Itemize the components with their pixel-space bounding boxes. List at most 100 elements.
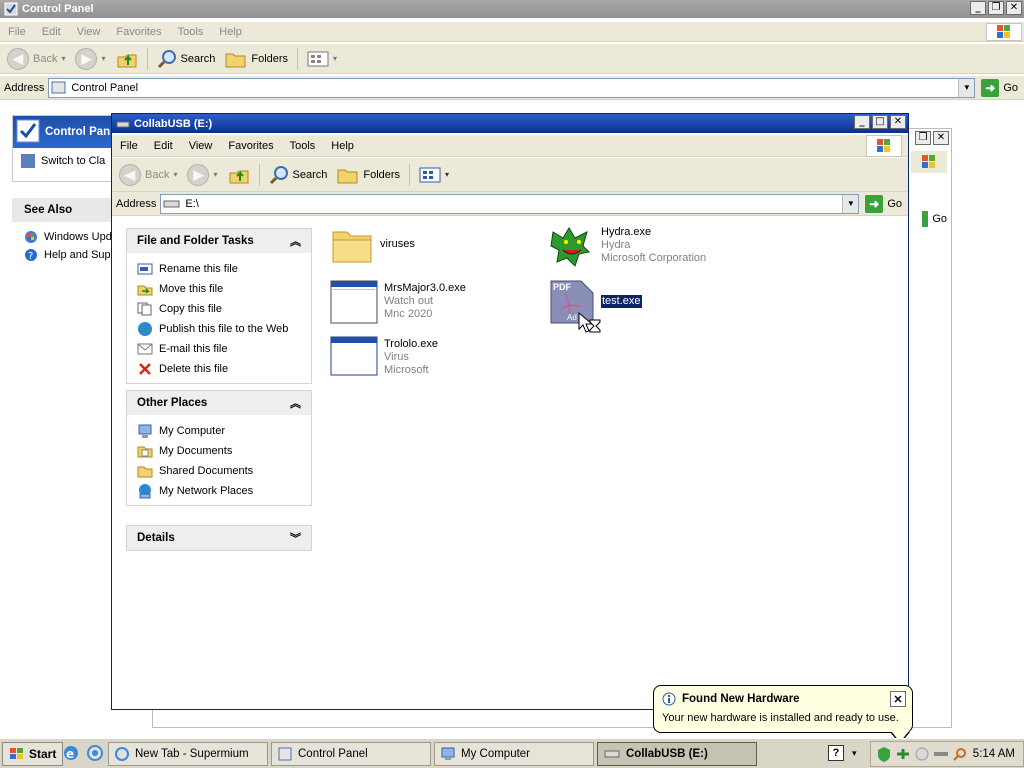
menu-favorites[interactable]: Favorites <box>108 26 169 38</box>
menu-help[interactable]: Help <box>323 140 362 152</box>
drive-icon <box>163 200 180 207</box>
windows-flag-icon <box>10 747 23 759</box>
windows-update-link[interactable]: Windows Upd <box>12 222 112 244</box>
taskbar-item-my-computer[interactable]: My Computer <box>434 742 594 766</box>
network-icon <box>137 483 153 499</box>
exe-window-icon <box>330 280 378 324</box>
search-icon <box>157 49 176 68</box>
expand-chevron-icon[interactable]: ︾ <box>290 530 301 546</box>
balloon-title: Found New Hardware <box>682 693 800 705</box>
menu-file[interactable]: File <box>112 140 146 152</box>
found-new-hardware-balloon[interactable]: Found New Hardware Your new hardware is … <box>653 685 913 744</box>
taskbar-item-collabusb[interactable]: CollabUSB (E:) <box>597 742 757 766</box>
taskbar-item-supermium[interactable]: New Tab - Supermium <box>108 742 268 766</box>
switch-classic-link[interactable]: Switch to Cla <box>13 148 111 168</box>
my-computer-go-button[interactable]: Go <box>922 211 947 227</box>
forward-button[interactable]: ▶ ▾ <box>72 47 108 71</box>
menu-help[interactable]: Help <box>211 26 250 38</box>
back-button[interactable]: ◀ Back ▾ <box>4 47 68 71</box>
back-button[interactable]: ◀ Back ▾ <box>116 163 180 187</box>
control-panel-side-box: Control Pan Switch to Cla <box>12 115 112 182</box>
go-button[interactable]: ➜ Go <box>981 78 1018 97</box>
up-folder-button[interactable] <box>113 47 141 71</box>
shared-documents-link[interactable]: Shared Documents <box>137 461 301 481</box>
clock[interactable]: 5:14 AM <box>973 748 1015 760</box>
rename-file-link[interactable]: Rename this file <box>137 259 301 279</box>
email-file-link[interactable]: E-mail this file <box>137 339 301 359</box>
balloon-close-button[interactable]: ✕ <box>890 691 906 707</box>
details-panel: Details ︾ <box>126 525 312 551</box>
supermium-icon[interactable] <box>86 744 104 762</box>
move-file-link[interactable]: Move this file <box>137 279 301 299</box>
copy-file-link[interactable]: Copy this file <box>137 299 301 319</box>
menu-tools[interactable]: Tools <box>282 140 324 152</box>
drive-icon <box>116 117 130 131</box>
up-folder-button[interactable] <box>225 163 253 187</box>
minimize-button[interactable]: _ <box>854 115 870 129</box>
address-input[interactable]: E:\ ▼ <box>160 193 860 214</box>
go-button[interactable]: ➜ Go <box>865 194 902 213</box>
computer-icon <box>441 747 455 760</box>
collapse-chevron-icon[interactable]: ︽ <box>290 395 301 411</box>
delete-file-link[interactable]: Delete this file <box>137 359 301 379</box>
address-input[interactable]: Control Panel ▼ <box>48 77 976 98</box>
search-button[interactable]: Search <box>266 163 331 187</box>
my-network-places-link[interactable]: My Network Places <box>137 481 301 501</box>
restore-button[interactable]: ❐ <box>915 131 931 145</box>
info-icon <box>662 692 676 706</box>
drive-icon <box>604 750 620 758</box>
file-item-hydra[interactable]: Hydra.exe Hydra Microsoft Corporation <box>549 224 706 268</box>
network-tray-icon[interactable] <box>915 747 929 761</box>
start-button[interactable]: Start <box>2 741 64 766</box>
file-item-viruses[interactable]: viruses <box>330 224 415 266</box>
collabusb-titlebar[interactable]: CollabUSB (E:) _ □ ✕ <box>112 114 908 133</box>
menu-edit[interactable]: Edit <box>146 140 181 152</box>
file-folder-tasks-header[interactable]: File and Folder Tasks ︽ <box>127 229 311 253</box>
forward-button[interactable]: ▶ ▾ <box>184 163 220 187</box>
help-icon[interactable]: ? <box>828 745 844 761</box>
search-button[interactable]: Search <box>154 47 219 71</box>
taskbar-item-control-panel[interactable]: Control Panel <box>271 742 431 766</box>
views-button[interactable]: ▾ <box>416 163 452 187</box>
close-button[interactable]: ✕ <box>890 115 906 129</box>
other-places-header[interactable]: Other Places ︽ <box>127 391 311 415</box>
selected-file-label: test.exe <box>601 295 642 308</box>
address-dropdown-icon[interactable]: ▼ <box>842 194 859 213</box>
chevron-down-icon: ▾ <box>101 54 106 63</box>
folders-button[interactable]: Folders <box>334 163 403 187</box>
internet-explorer-icon[interactable]: e <box>62 744 80 762</box>
control-panel-toolbar: ◀ Back ▾ ▶ ▾ Search Folders ▾ <box>0 44 1024 74</box>
menu-file[interactable]: File <box>0 26 34 38</box>
restore-button[interactable]: ❐ <box>988 1 1004 15</box>
my-computer-link[interactable]: My Computer <box>137 421 301 441</box>
maximize-button[interactable]: □ <box>872 115 888 129</box>
menu-view[interactable]: View <box>181 140 221 152</box>
minimize-button[interactable]: _ <box>970 1 986 15</box>
folders-button[interactable]: Folders <box>222 47 291 71</box>
folder-icon <box>332 231 372 263</box>
help-support-link[interactable]: ? Help and Sup <box>12 244 112 262</box>
close-button[interactable]: ✕ <box>1006 1 1022 15</box>
publish-web-link[interactable]: Publish this file to the Web <box>137 319 301 339</box>
address-dropdown-icon[interactable]: ▼ <box>958 78 975 97</box>
control-panel-icon <box>278 747 292 761</box>
control-panel-header: Control Pan <box>13 116 111 148</box>
views-button[interactable]: ▾ <box>304 47 340 71</box>
menu-view[interactable]: View <box>69 26 109 38</box>
details-header[interactable]: Details ︾ <box>127 526 311 550</box>
close-button[interactable]: ✕ <box>933 131 949 145</box>
tray-expand-icon[interactable]: ▾ <box>852 748 857 759</box>
collapse-chevron-icon[interactable]: ︽ <box>290 233 301 249</box>
menu-edit[interactable]: Edit <box>34 26 69 38</box>
search-tray-icon[interactable] <box>953 747 967 761</box>
my-documents-link[interactable]: My Documents <box>137 441 301 461</box>
file-item-mrsmajor[interactable]: MrsMajor3.0.exe Watch out Mnc 2020 <box>330 280 466 324</box>
shield-tray-icon[interactable] <box>877 746 891 762</box>
control-panel-titlebar[interactable]: Control Panel _ ❐ ✕ <box>0 0 1024 18</box>
menu-tools[interactable]: Tools <box>170 26 212 38</box>
safely-remove-hardware-icon[interactable] <box>895 747 911 761</box>
file-item-trololo[interactable]: Trololo.exe Virus Microsoft <box>330 336 438 377</box>
collabusb-toolbar: ◀ Back ▾ ▶ ▾ Search Folders ▾ <box>112 158 908 192</box>
menu-favorites[interactable]: Favorites <box>220 140 281 152</box>
usb-tray-icon[interactable] <box>933 749 949 759</box>
